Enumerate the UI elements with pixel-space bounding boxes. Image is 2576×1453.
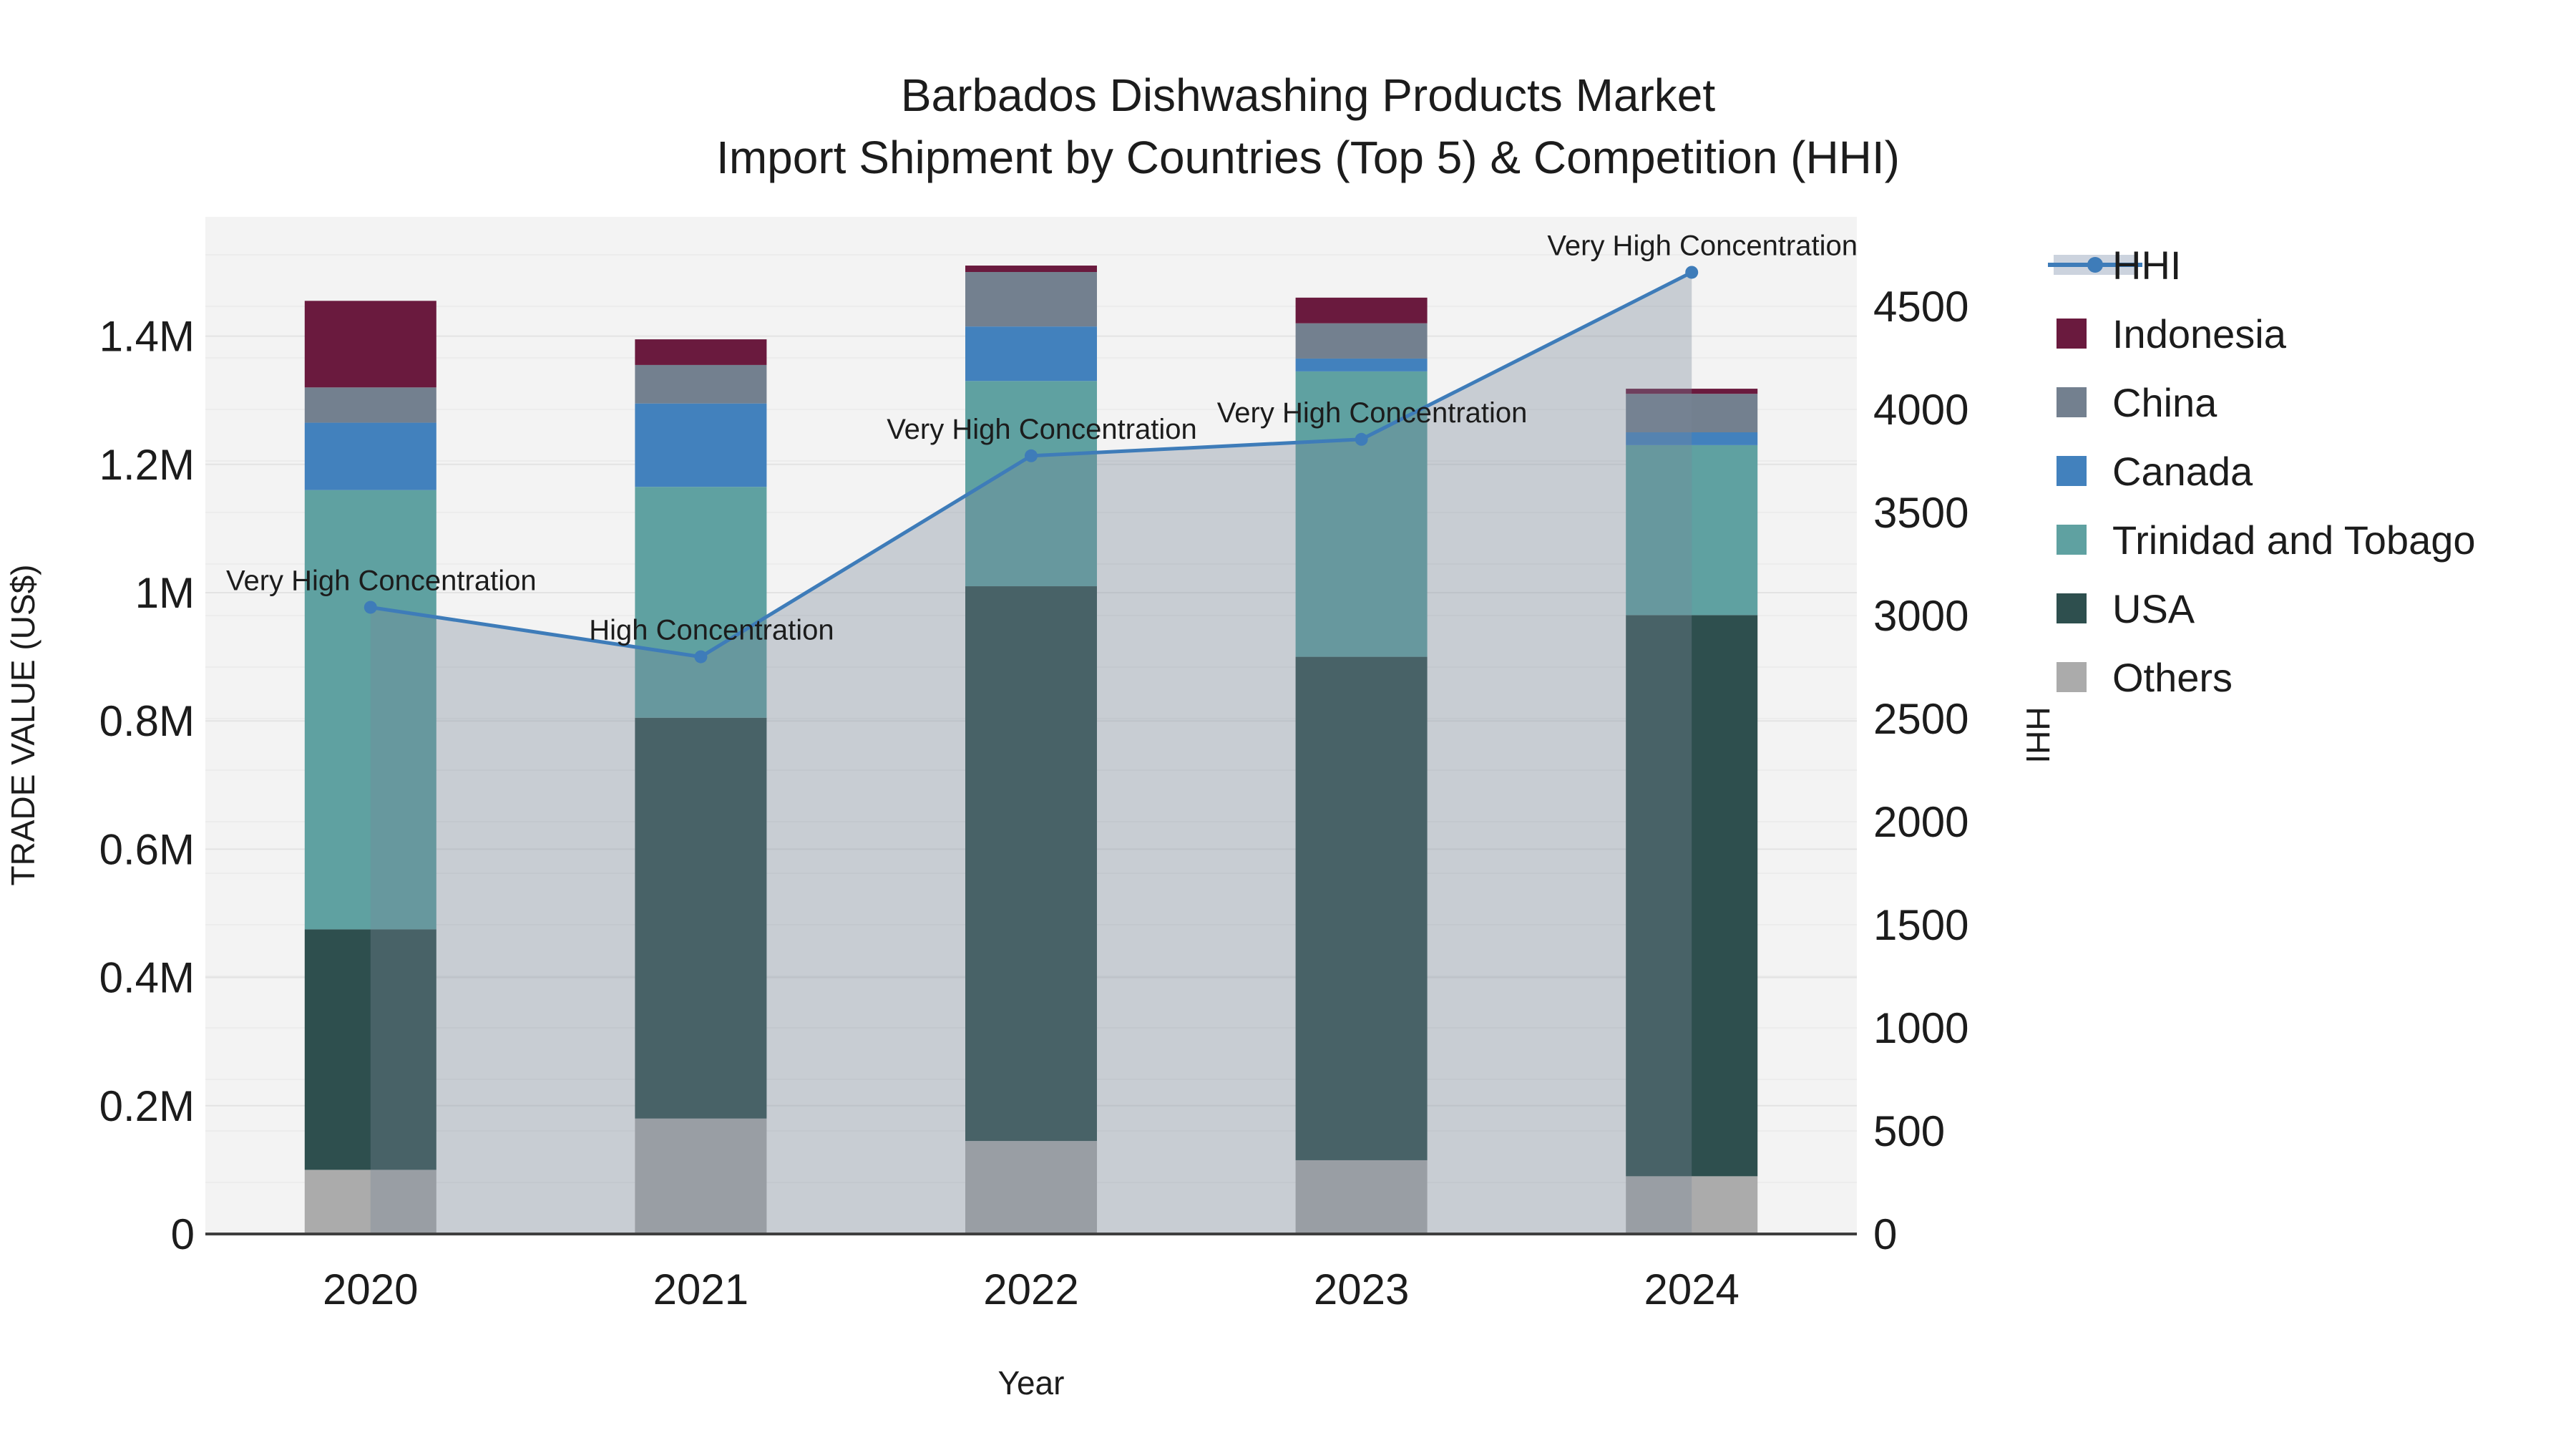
hhi-marker-2020[interactable]	[364, 601, 377, 614]
legend-swatch	[2057, 456, 2087, 486]
bar-segment-indonesia-2020[interactable]	[304, 301, 436, 388]
y-left-axis-title: TRADE VALUE (US$)	[4, 564, 42, 885]
y-left-tick-label: 1.2M	[99, 441, 195, 489]
legend-swatch	[2057, 319, 2087, 349]
hhi-marker-2024[interactable]	[1685, 266, 1699, 279]
x-tick-label: 2024	[1644, 1265, 1739, 1313]
y-left-tick-label: 0	[171, 1210, 195, 1258]
chart-canvas: Very High Concentration High Concentratio…	[4, 69, 2476, 1401]
bar-segment-china-2020[interactable]	[304, 387, 436, 423]
hhi-marker-2021[interactable]	[694, 650, 708, 664]
bar-segment-indonesia-2022[interactable]	[965, 266, 1097, 272]
legend-swatch	[2057, 525, 2087, 555]
hhi-annotation-2021: High Concentration	[589, 615, 834, 646]
bar-segment-canada-2023[interactable]	[1295, 358, 1428, 371]
y-right-tick-label: 2500	[1873, 695, 1968, 743]
hhi-annotation-2022: Very High Concentration	[887, 414, 1197, 445]
legend-label: USA	[2112, 586, 2195, 631]
y-left-tick-label: 0.8M	[99, 697, 195, 745]
bar-segment-indonesia-2023[interactable]	[1295, 297, 1428, 324]
x-tick-label: 2023	[1314, 1265, 1409, 1313]
legend-item-trinidad-and-tobago[interactable]: Trinidad and Tobago	[2057, 517, 2476, 563]
legend-swatch	[2057, 387, 2087, 417]
legend-swatch	[2057, 662, 2087, 692]
legend-item-others[interactable]: Others	[2057, 655, 2233, 700]
legend-label: China	[2112, 380, 2218, 425]
x-tick-label: 2021	[653, 1265, 748, 1313]
bar-segment-china-2021[interactable]	[635, 364, 767, 404]
y-left-tick-label: 0.6M	[99, 825, 195, 873]
y-right-tick-label: 500	[1873, 1107, 1945, 1155]
hhi-annotation-2020: Very High Concentration	[226, 565, 537, 596]
hhi-marker-2023[interactable]	[1355, 432, 1368, 446]
chart-figure: Very High Concentration High Concentratio…	[0, 0, 2576, 1449]
x-tick-label: 2020	[323, 1265, 418, 1313]
y-right-tick-label: 4000	[1873, 386, 1968, 434]
y-right-tick-label: 1000	[1873, 1004, 1968, 1052]
y-right-tick-label: 0	[1873, 1210, 1897, 1258]
legend-label: HHI	[2112, 243, 2181, 288]
legend-item-china[interactable]: China	[2057, 380, 2218, 425]
bar-segment-canada-2022[interactable]	[965, 326, 1097, 382]
hhi-annotation-2023: Very High Concentration	[1217, 397, 1528, 429]
legend-marker-icon	[2087, 257, 2103, 273]
bar-segment-canada-2021[interactable]	[635, 403, 767, 487]
y-right-tick-label: 1500	[1873, 901, 1968, 949]
hhi-marker-2022[interactable]	[1025, 449, 1038, 462]
legend-label: Trinidad and Tobago	[2112, 517, 2476, 563]
bar-segment-canada-2020[interactable]	[304, 422, 436, 490]
y-left-tick-label: 1.4M	[99, 313, 195, 361]
hhi-annotation-2024: Very High Concentration	[1547, 230, 1858, 261]
y-left-tick-label: 0.2M	[99, 1082, 195, 1130]
legend-label: Indonesia	[2112, 311, 2287, 356]
chart-title-line1: Barbados Dishwashing Products Market	[901, 69, 1716, 121]
y-right-tick-label: 3000	[1873, 592, 1968, 640]
bar-segment-indonesia-2021[interactable]	[635, 339, 767, 365]
legend-item-canada[interactable]: Canada	[2057, 449, 2253, 494]
legend-item-indonesia[interactable]: Indonesia	[2057, 311, 2287, 356]
x-axis-title: Year	[998, 1364, 1065, 1401]
legend-swatch	[2057, 593, 2087, 623]
y-left-tick-label: 1M	[135, 569, 195, 617]
legend-item-hhi[interactable]: HHI	[2048, 243, 2181, 288]
bar-segment-china-2022[interactable]	[965, 272, 1097, 327]
x-tick-label: 2022	[983, 1265, 1078, 1313]
chart-title-line2: Import Shipment by Countries (Top 5) & C…	[716, 132, 1900, 183]
y-right-tick-label: 2000	[1873, 798, 1968, 846]
y-right-tick-label: 4500	[1873, 283, 1968, 331]
y-left-tick-label: 0.4M	[99, 954, 195, 1002]
legend-label: Others	[2112, 655, 2233, 700]
bar-segment-china-2023[interactable]	[1295, 323, 1428, 359]
legend-label: Canada	[2112, 449, 2253, 494]
y-right-tick-label: 3500	[1873, 489, 1968, 537]
y-right-axis-title: HHI	[2019, 706, 2057, 763]
legend-item-usa[interactable]: USA	[2057, 586, 2195, 631]
